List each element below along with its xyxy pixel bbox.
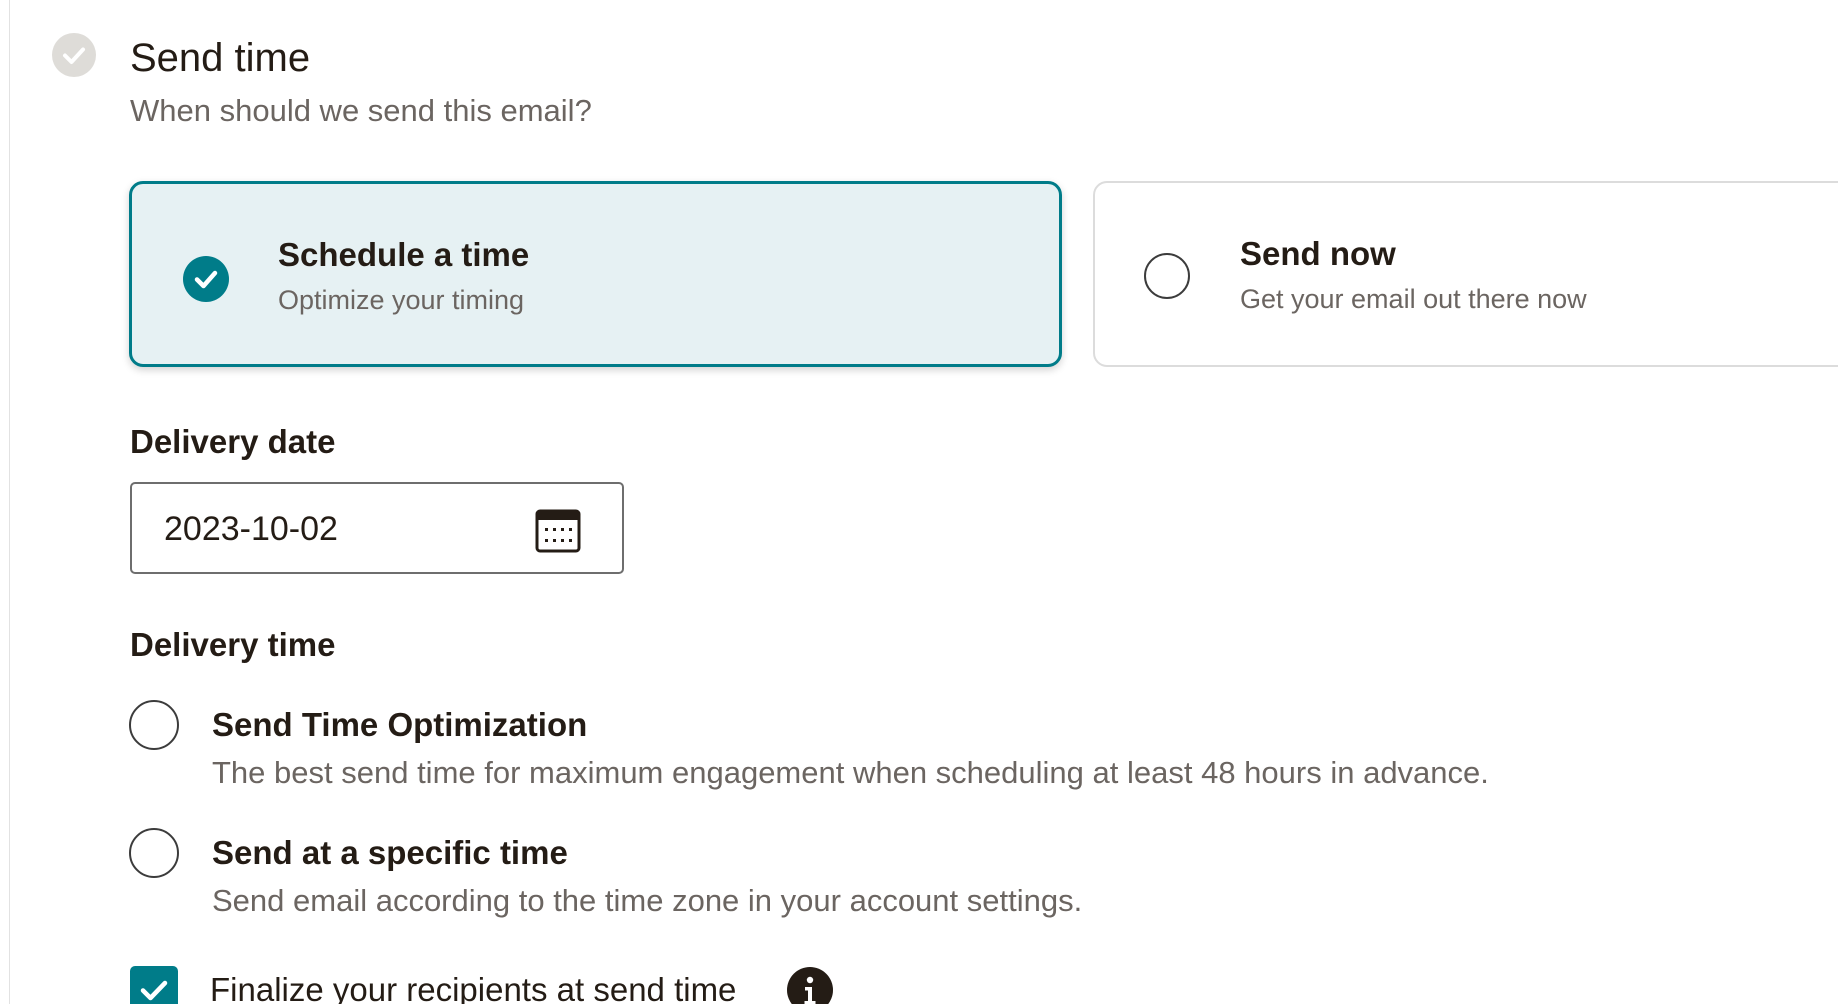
- left-divider: [9, 0, 10, 1004]
- send-specific-time-title: Send at a specific time: [212, 834, 568, 871]
- send-now-description: Get your email out there now: [1240, 284, 1587, 314]
- schedule-time-description: Optimize your timing: [278, 285, 525, 315]
- delivery-time-label: Delivery time: [130, 626, 336, 663]
- send-now-radio[interactable]: [1144, 253, 1190, 299]
- info-icon[interactable]: [787, 967, 833, 1004]
- calendar-icon[interactable]: [535, 507, 581, 553]
- send-now-title: Send now: [1240, 235, 1396, 272]
- send-specific-time-radio[interactable]: [129, 828, 179, 878]
- section-subtitle: When should we send this email?: [130, 93, 592, 128]
- send-specific-time-description: Send email according to the time zone in…: [212, 883, 1083, 918]
- send-time-optimization-title: Send Time Optimization: [212, 706, 588, 743]
- send-time-optimization-radio[interactable]: [129, 700, 179, 750]
- finalize-recipients-checkbox[interactable]: [130, 966, 178, 1004]
- schedule-time-option-card[interactable]: Schedule a time Optimize your timing: [129, 181, 1062, 367]
- schedule-time-title: Schedule a time: [278, 236, 530, 273]
- delivery-date-value: 2023-10-02: [164, 510, 338, 548]
- send-now-option-card[interactable]: Send now Get your email out there now: [1093, 181, 1838, 367]
- section-title: Send time: [130, 36, 311, 80]
- step-complete-check-icon: [52, 33, 96, 77]
- finalize-recipients-label: Finalize your recipients at send time: [210, 971, 737, 1004]
- delivery-date-label: Delivery date: [130, 423, 336, 460]
- send-time-page: Send time When should we send this email…: [0, 0, 1838, 1004]
- delivery-date-input[interactable]: 2023-10-02: [130, 482, 624, 574]
- checked-circle-icon: [183, 256, 229, 302]
- send-time-optimization-description: The best send time for maximum engagemen…: [212, 755, 1489, 790]
